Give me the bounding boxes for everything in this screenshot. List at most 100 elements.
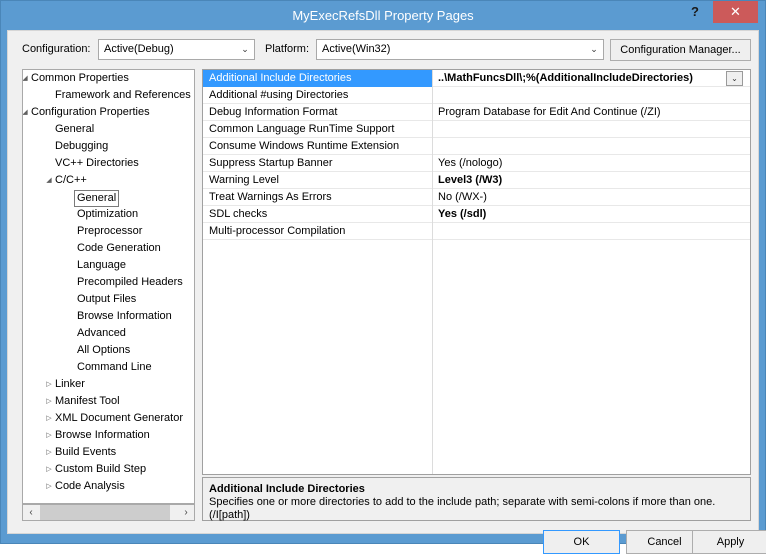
tree-item-label: VC++ Directories — [55, 157, 139, 169]
property-value[interactable] — [433, 87, 750, 104]
tree-item-label: Common Properties — [31, 72, 129, 84]
tree-item-label: Custom Build Step — [55, 463, 147, 475]
tree-item[interactable]: Command Line — [23, 359, 194, 376]
property-value[interactable]: Yes (/sdl) — [433, 206, 750, 223]
tree-item[interactable]: Advanced — [23, 325, 194, 342]
property-row[interactable]: Common Language RunTime Support — [203, 121, 750, 138]
property-value[interactable]: ..\MathFuncsDll\;%(AdditionalIncludeDire… — [433, 70, 750, 87]
value-dropdown-icon[interactable]: ⌄ — [726, 71, 743, 86]
tree-item-label: XML Document Generator — [55, 412, 183, 424]
tree-item[interactable]: General — [23, 189, 194, 207]
property-row[interactable]: Consume Windows Runtime Extension — [203, 138, 750, 155]
scrollbar-thumb[interactable] — [40, 505, 170, 520]
twisty-collapsed-icon[interactable]: ▷ — [43, 427, 55, 444]
property-value[interactable] — [433, 223, 750, 240]
tree-item[interactable]: Precompiled Headers — [23, 274, 194, 291]
tree-item[interactable]: Browse Information — [23, 308, 194, 325]
property-name[interactable]: Additional #using Directories — [203, 87, 432, 104]
scroll-left-icon[interactable]: ‹ — [23, 505, 39, 520]
property-value[interactable]: Program Database for Edit And Continue (… — [433, 104, 750, 121]
tree-item[interactable]: ◢ Configuration Properties — [23, 104, 194, 121]
tree-item[interactable]: Preprocessor — [23, 223, 194, 240]
tree-item[interactable]: ▷ Manifest Tool — [23, 393, 194, 410]
property-value[interactable]: No (/WX-) — [433, 189, 750, 206]
tree-item[interactable]: Language — [23, 257, 194, 274]
tree-item[interactable]: ▷ Custom Build Step — [23, 461, 194, 478]
twisty-expanded-icon[interactable]: ◢ — [23, 104, 31, 121]
title-bar: MyExecRefsDll Property Pages ? ✕ — [1, 1, 765, 30]
close-icon[interactable]: ✕ — [713, 1, 758, 23]
twisty-collapsed-icon[interactable]: ▷ — [43, 478, 55, 495]
tree-item-label: Browse Information — [55, 429, 150, 441]
tree-item[interactable]: ▷ Build Events — [23, 444, 194, 461]
tree-item[interactable]: All Options — [23, 342, 194, 359]
tree-item[interactable]: Framework and References — [23, 87, 194, 104]
property-row[interactable]: SDL checks Yes (/sdl) — [203, 206, 750, 223]
tree-item-label: General — [74, 190, 120, 207]
property-name[interactable]: Warning Level — [203, 172, 432, 189]
property-name[interactable]: Treat Warnings As Errors — [203, 189, 432, 206]
configuration-dropdown[interactable]: Active(Debug) ⌄ — [98, 39, 255, 60]
tree-item-label: Optimization — [77, 208, 139, 220]
tree-item[interactable]: ▷ XML Document Generator — [23, 410, 194, 427]
twisty-expanded-icon[interactable]: ◢ — [23, 70, 31, 87]
twisty-collapsed-icon[interactable]: ▷ — [43, 444, 55, 461]
property-name[interactable]: Common Language RunTime Support — [203, 121, 432, 138]
property-name[interactable]: Additional Include Directories — [203, 70, 432, 87]
property-name[interactable]: Debug Information Format — [203, 104, 432, 121]
tree-horizontal-scrollbar[interactable]: ‹ › — [22, 504, 195, 521]
help-icon[interactable]: ? — [679, 1, 711, 23]
property-row[interactable]: Warning Level Level3 (/W3) — [203, 172, 750, 189]
twisty-collapsed-icon[interactable]: ▷ — [43, 410, 55, 427]
property-value[interactable]: Yes (/nologo) — [433, 155, 750, 172]
property-name[interactable]: Consume Windows Runtime Extension — [203, 138, 432, 155]
property-name[interactable]: Suppress Startup Banner — [203, 155, 432, 172]
window-title: MyExecRefsDll Property Pages — [292, 8, 474, 23]
property-name[interactable]: Multi-processor Compilation — [203, 223, 432, 240]
platform-dropdown[interactable]: Active(Win32) ⌄ — [316, 39, 604, 60]
property-row[interactable]: Additional Include Directories ..\MathFun… — [203, 70, 750, 87]
property-row[interactable]: Treat Warnings As Errors No (/WX-) — [203, 189, 750, 206]
tree-item[interactable]: ▷ Linker — [23, 376, 194, 393]
tree-item-label: Advanced — [77, 327, 126, 339]
tree-item[interactable]: VC++ Directories — [23, 155, 194, 172]
property-row[interactable]: Additional #using Directories — [203, 87, 750, 104]
apply-button[interactable]: Apply — [692, 530, 766, 554]
property-value[interactable] — [433, 121, 750, 138]
tree-item[interactable]: ◢ C/C++ — [23, 172, 194, 189]
tree-item[interactable]: Code Generation — [23, 240, 194, 257]
chevron-down-icon: ⌄ — [590, 44, 598, 54]
tree-item[interactable]: ▷ Code Analysis — [23, 478, 194, 495]
tree-item[interactable]: Debugging — [23, 138, 194, 155]
scroll-right-icon[interactable]: › — [178, 505, 194, 520]
twisty-expanded-icon[interactable]: ◢ — [43, 172, 55, 189]
tree-item-label: Code Analysis — [55, 480, 125, 492]
property-grid[interactable]: Additional Include Directories ..\MathFun… — [202, 69, 751, 475]
property-tree[interactable]: ◢ Common Properties Framework and Referenc… — [22, 69, 195, 504]
tree-item-label: Framework and References — [55, 89, 191, 101]
ok-button[interactable]: OK — [543, 530, 620, 554]
twisty-collapsed-icon[interactable]: ▷ — [43, 461, 55, 478]
property-row[interactable]: Multi-processor Compilation — [203, 223, 750, 240]
property-row[interactable]: Suppress Startup Banner Yes (/nologo) — [203, 155, 750, 172]
property-row[interactable]: Debug Information Format Program Database… — [203, 104, 750, 121]
tree-item[interactable]: Optimization — [23, 206, 194, 223]
tree-item-label: Code Generation — [77, 242, 161, 254]
tree-item[interactable]: General — [23, 121, 194, 138]
property-name[interactable]: SDL checks — [203, 206, 432, 223]
property-value[interactable]: Level3 (/W3) — [433, 172, 750, 189]
description-panel: Additional Include Directories Specifies… — [202, 477, 751, 521]
configuration-manager-button[interactable]: Configuration Manager... — [610, 39, 751, 61]
tree-item[interactable]: Output Files — [23, 291, 194, 308]
chevron-down-icon: ⌄ — [241, 44, 249, 54]
tree-item-label: Linker — [55, 378, 85, 390]
tree-item-label: Browse Information — [77, 310, 172, 322]
twisty-collapsed-icon[interactable]: ▷ — [43, 376, 55, 393]
twisty-collapsed-icon[interactable]: ▷ — [43, 393, 55, 410]
tree-item[interactable]: ◢ Common Properties — [23, 70, 194, 87]
description-title: Additional Include Directories — [209, 483, 365, 495]
property-value[interactable] — [433, 138, 750, 155]
tree-item[interactable]: ▷ Browse Information — [23, 427, 194, 444]
tree-item-label: Language — [77, 259, 126, 271]
tree-item-label: Debugging — [55, 140, 109, 152]
